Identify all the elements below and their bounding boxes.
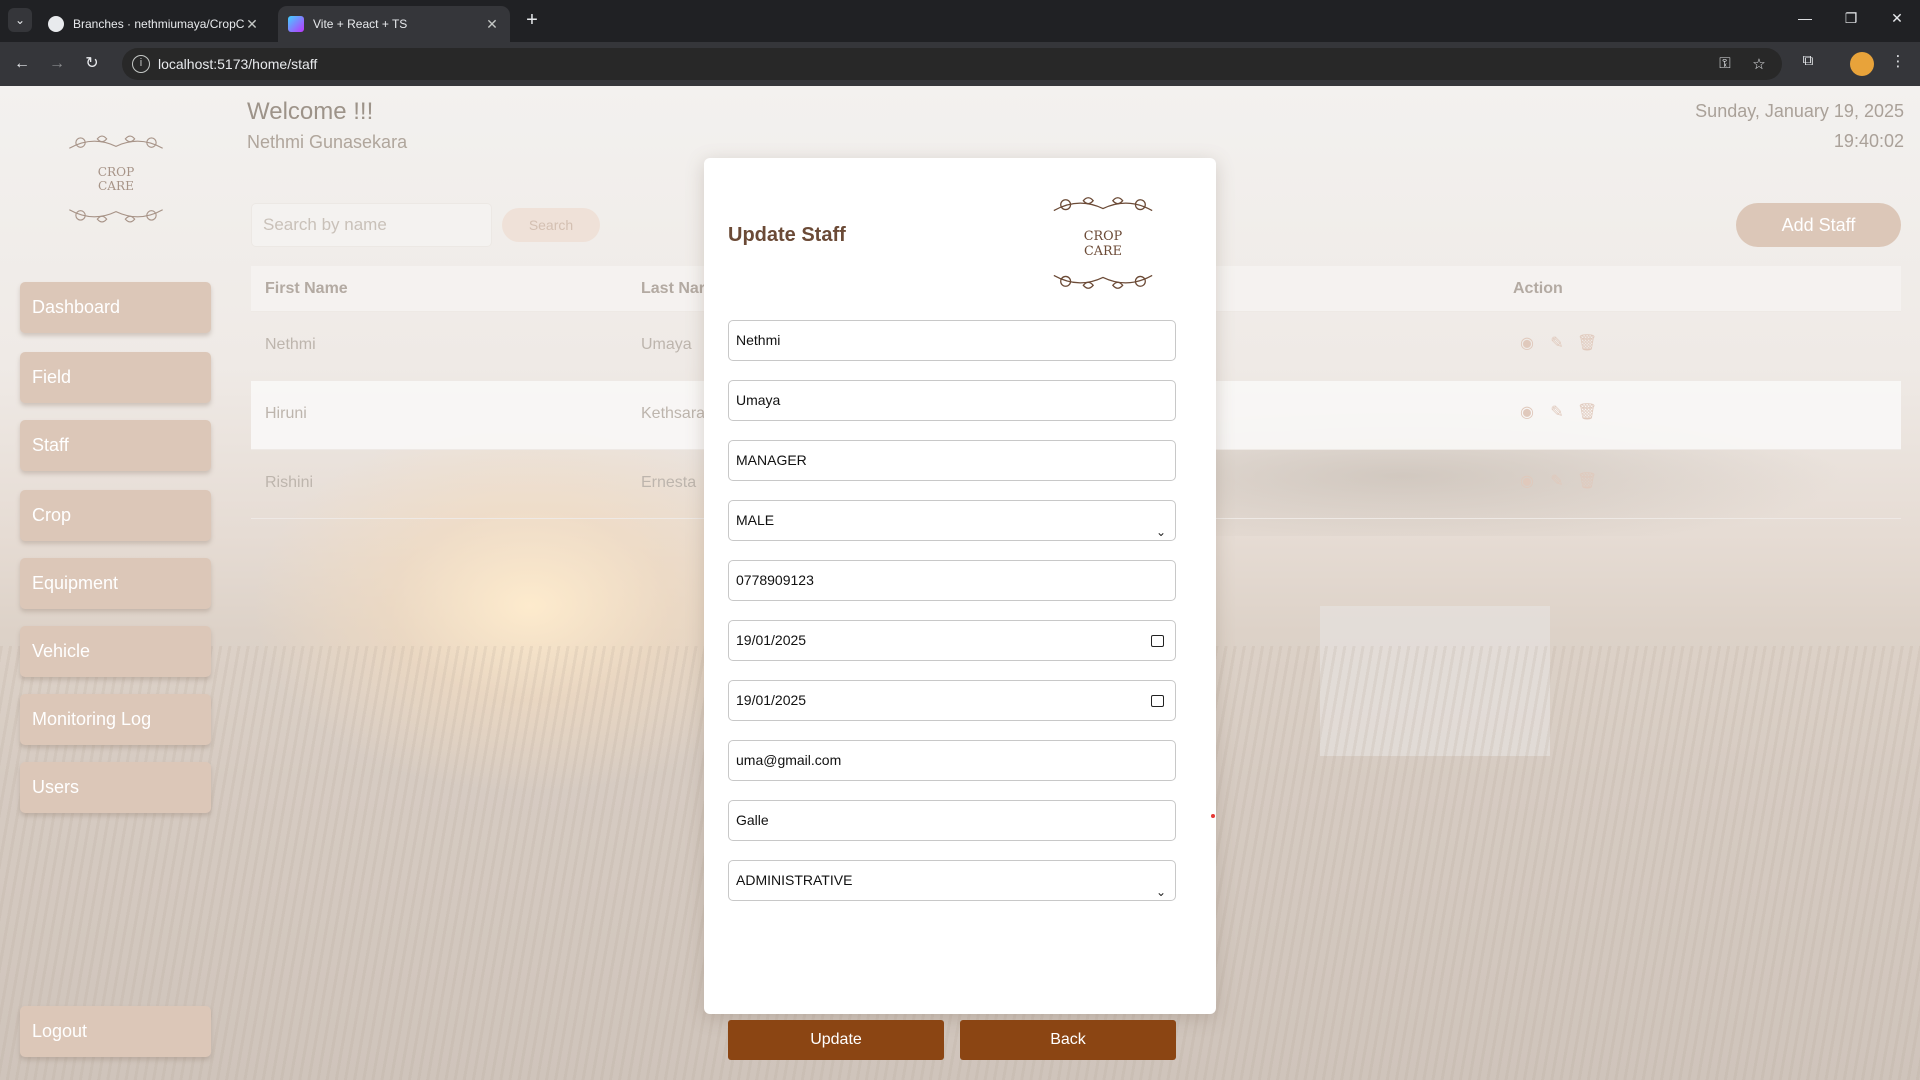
close-tab-icon[interactable]: ✕	[484, 16, 500, 33]
site-info-icon[interactable]: i	[132, 55, 150, 73]
update-button[interactable]: Update	[728, 1020, 944, 1060]
eye-icon[interactable]: ◉	[1517, 334, 1537, 354]
trash-icon[interactable]: 🗑	[1577, 472, 1597, 492]
sidebar-item-monitoring-log[interactable]: Monitoring Log	[20, 694, 211, 745]
sidebar-item-equipment[interactable]: Equipment	[20, 558, 211, 609]
chevron-down-icon: ⌄	[1155, 525, 1166, 539]
welcome-heading: Welcome !!!	[247, 98, 374, 125]
profile-avatar[interactable]	[1850, 52, 1874, 76]
close-window-icon[interactable]: ✕	[1882, 10, 1912, 27]
search-input[interactable]	[251, 203, 492, 247]
cursor-dot	[1211, 814, 1215, 818]
eye-icon[interactable]: ◉	[1517, 472, 1537, 492]
restore-icon[interactable]: ❐	[1836, 10, 1866, 27]
joined-date-value: 19/01/2025	[736, 632, 807, 648]
add-staff-button[interactable]: Add Staff	[1736, 203, 1901, 247]
new-tab-button[interactable]: +	[520, 9, 544, 32]
update-staff-modal: Update Staff CROP CARE Nethmi Umaya MANA…	[704, 158, 1216, 1060]
github-icon	[48, 16, 64, 32]
calendar-icon[interactable]	[1151, 635, 1164, 647]
bookmark-star-icon[interactable]: ☆	[1750, 55, 1768, 73]
dob-field[interactable]: 19/01/2025	[728, 680, 1176, 721]
calendar-icon[interactable]	[1151, 695, 1164, 707]
current-date: Sunday, January 19, 2025	[1695, 101, 1904, 121]
address-bar[interactable]: i localhost:5173/home/staff ⚿ ☆	[122, 48, 1782, 80]
browser-tab-github[interactable]: Branches · nethmiumaya/CropC ✕	[38, 6, 270, 42]
trash-icon[interactable]: 🗑	[1577, 334, 1597, 354]
menu-kebab-icon[interactable]: ⋮	[1886, 52, 1910, 70]
column-header-last-name: Last Nar	[641, 280, 706, 297]
first-name-field[interactable]: Nethmi	[728, 320, 1176, 361]
column-header-first-name: First Name	[265, 280, 348, 297]
logo-text-line2: CARE	[1084, 244, 1122, 259]
browser-toolbar: ← → ↻ i localhost:5173/home/staff ⚿ ☆ ⧉ …	[0, 42, 1920, 86]
eye-icon[interactable]: ◉	[1517, 403, 1537, 423]
sidebar-item-crop[interactable]: Crop	[20, 490, 211, 541]
browser-tab-vite[interactable]: Vite + React + TS ✕	[278, 6, 510, 42]
designation-field[interactable]: MANAGER	[728, 440, 1176, 481]
logo-text-line2: CARE	[98, 179, 134, 193]
password-key-icon[interactable]: ⚿	[1716, 55, 1734, 72]
crop-care-logo-graphic: CROP CARE	[69, 135, 163, 223]
address-field[interactable]: Galle	[728, 800, 1176, 841]
vite-icon	[288, 16, 304, 32]
search-button[interactable]: Search	[502, 208, 600, 242]
last-name-field[interactable]: Umaya	[728, 380, 1176, 421]
back-arrow-icon[interactable]: ←	[10, 52, 34, 76]
browser-tab-bar: ⌄ Branches · nethmiumaya/CropC ✕ Vite + …	[0, 0, 1920, 42]
cell-first-name: Rishini	[265, 474, 314, 491]
gender-selected-value: MALE	[736, 512, 775, 528]
dob-value: 19/01/2025	[736, 692, 807, 708]
joined-date-field[interactable]: 19/01/2025	[728, 620, 1176, 661]
chevron-down-icon: ⌄	[1155, 885, 1166, 899]
extensions-icon[interactable]: ⧉	[1796, 52, 1820, 69]
role-selected-value: ADMINISTRATIVE	[736, 872, 853, 888]
close-tab-icon[interactable]: ✕	[244, 16, 260, 33]
logo-text-line1: CROP	[98, 165, 135, 179]
cell-last-name: Kethsara	[641, 405, 706, 422]
sidebar-item-field[interactable]: Field	[20, 352, 211, 403]
crop-care-logo-graphic: CROP CARE	[1053, 197, 1153, 289]
tab-title: Vite + React + TS	[313, 17, 408, 31]
trash-icon[interactable]: 🗑	[1577, 403, 1597, 423]
cell-last-name: Umaya	[641, 336, 692, 353]
sidebar-item-users[interactable]: Users	[20, 762, 211, 813]
contact-field[interactable]: 0778909123	[728, 560, 1176, 601]
reload-icon[interactable]: ↻	[80, 52, 104, 76]
page: CROP CARE Welcome !!! Nethmi Gunasekara …	[0, 86, 1920, 1080]
minimize-icon[interactable]: —	[1790, 10, 1820, 26]
sidebar-item-vehicle[interactable]: Vehicle	[20, 626, 211, 677]
pencil-icon[interactable]: ✎	[1547, 334, 1567, 354]
logo-text-line1: CROP	[1084, 229, 1123, 244]
cell-first-name: Hiruni	[265, 405, 307, 422]
url-text[interactable]: localhost:5173/home/staff	[158, 56, 317, 72]
tab-search-icon[interactable]: ⌄	[8, 8, 32, 32]
gender-select[interactable]: MALE ⌄	[728, 500, 1176, 541]
logout-button[interactable]: Logout	[20, 1006, 211, 1057]
current-time: 19:40:02	[1833, 131, 1904, 151]
forward-arrow-icon[interactable]: →	[45, 52, 69, 76]
role-select[interactable]: ADMINISTRATIVE ⌄	[728, 860, 1176, 901]
column-header-action: Action	[1513, 280, 1563, 297]
pencil-icon[interactable]: ✎	[1547, 403, 1567, 423]
crop-care-logo: CROP CARE	[60, 124, 172, 234]
email-field[interactable]: uma@gmail.com	[728, 740, 1176, 781]
sidebar-item-dashboard[interactable]: Dashboard	[20, 282, 211, 333]
pencil-icon[interactable]: ✎	[1547, 472, 1567, 492]
back-button[interactable]: Back	[960, 1020, 1176, 1060]
user-name: Nethmi Gunasekara	[247, 132, 408, 152]
sidebar-item-staff[interactable]: Staff	[20, 420, 211, 471]
cell-last-name: Ernesta	[641, 474, 697, 491]
modal-title: Update Staff	[728, 224, 846, 246]
cell-first-name: Nethmi	[265, 336, 316, 353]
tab-title: Branches · nethmiumaya/CropC	[73, 17, 244, 31]
crop-care-logo: CROP CARE	[1044, 188, 1162, 298]
